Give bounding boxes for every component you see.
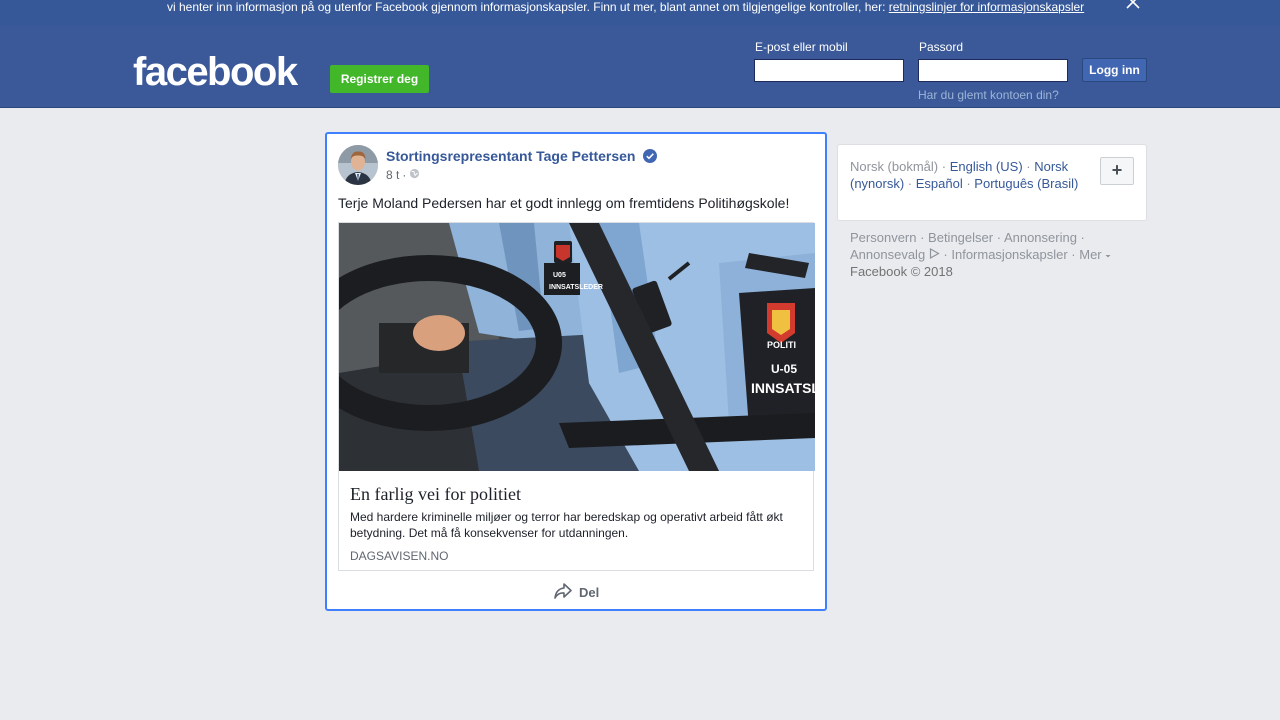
close-icon[interactable] — [1124, 0, 1142, 11]
language-selector: Norsk (bokmål) · English (US) · Norsk (n… — [837, 144, 1147, 221]
current-language: Norsk (bokmål) — [850, 159, 939, 174]
author-avatar[interactable] — [338, 145, 378, 185]
post-text: Terje Moland Pedersen har et godt innleg… — [338, 195, 790, 211]
language-option-english[interactable]: English (US) — [950, 159, 1023, 174]
cookie-policy-link[interactable]: retningslinjer for informasjonskapsler — [889, 0, 1084, 14]
footer-link-ad-choices[interactable]: Annonsevalg — [850, 247, 925, 262]
footer-link-privacy[interactable]: Personvern — [850, 230, 916, 245]
email-label: E-post eller mobil — [755, 40, 848, 54]
patch-text-small: INNSATSLEDER — [549, 284, 603, 291]
patch-badge-small: U05 — [553, 272, 566, 279]
cookie-banner: vi henter inn informasjon på og utenfor … — [0, 0, 1280, 26]
link-preview-image[interactable]: POLITI U-05 INNSATSLE U05 INNSATSLEDER — [339, 223, 815, 471]
facebook-logo[interactable]: facebook — [133, 50, 298, 94]
post-author-name[interactable]: Stortingsrepresentant Tage Pettersen — [386, 148, 635, 164]
cookie-banner-text: vi henter inn informasjon på og utenfor … — [167, 0, 1084, 14]
meta-separator: · — [402, 168, 407, 182]
login-button[interactable]: Logg inn — [1082, 58, 1147, 82]
patch-text-large: INNSATSLE — [751, 380, 815, 396]
register-button[interactable]: Registrer deg — [330, 65, 429, 93]
link-preview-description: Med hardere kriminelle miljøer og terror… — [350, 510, 783, 540]
ad-choices-icon — [929, 247, 940, 262]
language-option-spanish[interactable]: Español — [916, 176, 963, 191]
post-card: Stortingsrepresentant Tage Pettersen 8 t… — [325, 132, 827, 611]
footer-link-cookies[interactable]: Informasjonskapsler — [951, 247, 1067, 262]
emblem-label: POLITI — [767, 340, 796, 350]
copyright: Facebook © 2018 — [850, 264, 953, 279]
footer: Personvern · Betingelser · Annonsering ·… — [850, 229, 1120, 280]
language-option-portuguese[interactable]: Português (Brasil) — [974, 176, 1078, 191]
link-preview-domain: DAGSAVISEN.NO — [350, 549, 449, 563]
password-label: Passord — [919, 40, 964, 54]
language-list: Norsk (bokmål) · English (US) · Norsk (n… — [850, 159, 1079, 191]
footer-link-more[interactable]: Mer — [1079, 247, 1111, 262]
verified-badge-icon — [643, 149, 658, 163]
password-field[interactable] — [918, 59, 1068, 82]
patch-badge-large: U-05 — [771, 362, 797, 376]
forgot-account-link[interactable]: Har du glemt kontoen din? — [918, 88, 1059, 102]
add-language-button[interactable]: + — [1100, 157, 1134, 185]
cookie-banner-message: vi henter inn informasjon på og utenfor … — [167, 0, 886, 14]
footer-link-terms[interactable]: Betingelser — [928, 230, 993, 245]
header: facebook Registrer deg E-post eller mobi… — [0, 26, 1280, 108]
email-field[interactable] — [754, 59, 904, 82]
share-button[interactable]: Del — [553, 582, 599, 603]
share-icon — [553, 582, 573, 603]
footer-link-advertising[interactable]: Annonsering — [1004, 230, 1077, 245]
footer-more-label[interactable]: Mer — [1079, 247, 1101, 262]
post-meta: 8 t · — [386, 168, 420, 182]
link-preview-title[interactable]: En farlig vei for politiet — [350, 484, 521, 505]
globe-icon[interactable] — [409, 168, 420, 182]
link-preview-card[interactable]: POLITI U-05 INNSATSLE U05 INNSATSLEDER E… — [338, 222, 815, 571]
caret-down-icon — [1105, 247, 1111, 262]
post-author-link[interactable]: Stortingsrepresentant Tage Pettersen — [386, 148, 658, 164]
share-label: Del — [579, 585, 600, 600]
post-timestamp[interactable]: 8 t — [386, 168, 399, 182]
